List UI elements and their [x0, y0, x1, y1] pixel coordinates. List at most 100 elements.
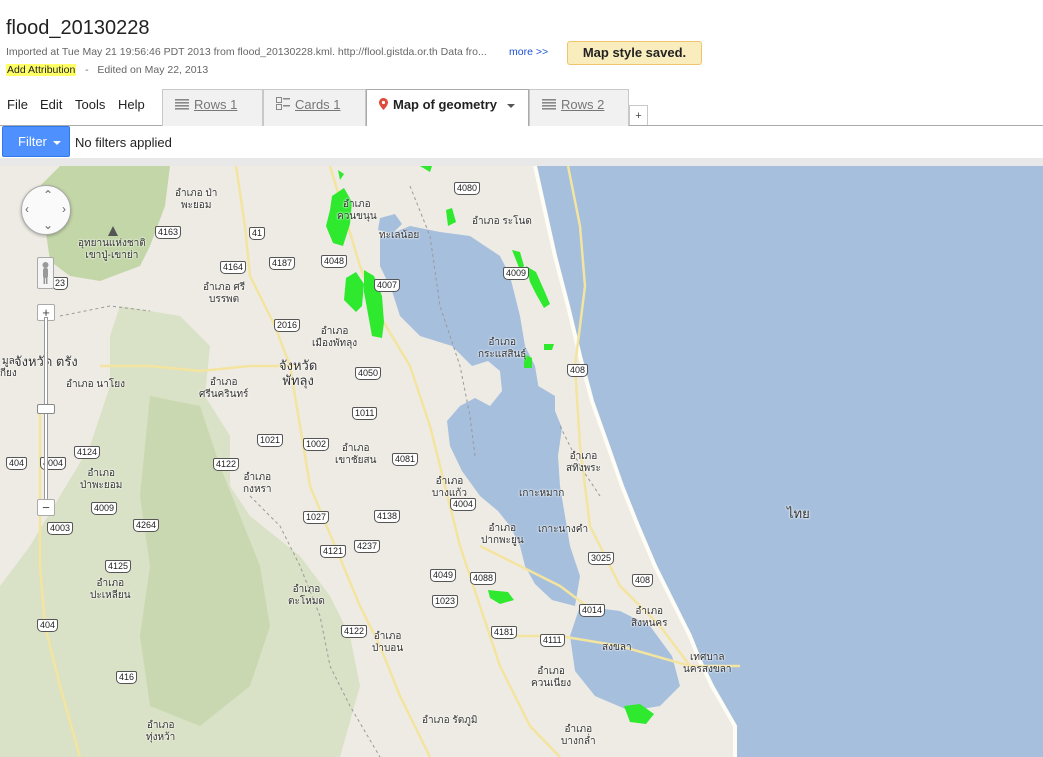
- menu-help[interactable]: Help: [118, 97, 145, 112]
- road-shield: 1021: [257, 434, 284, 447]
- rows-icon: [175, 91, 189, 121]
- flood-area: [420, 166, 432, 172]
- zoom-slider-handle[interactable]: [37, 404, 55, 414]
- place-label: อำเภอ ป่าบอน: [372, 631, 404, 654]
- flood-area: [544, 344, 554, 350]
- tab-label: Map of geometry: [393, 97, 498, 112]
- road-shield: 1011: [352, 407, 378, 420]
- place-label: อำเภอ ตะโหมด: [288, 584, 325, 607]
- table-title: flood_20130228: [6, 17, 150, 39]
- menu-file[interactable]: File: [7, 97, 28, 112]
- place-label: อำเภอ สิงหนคร: [631, 606, 668, 629]
- tab-rows-1[interactable]: Rows 1: [162, 89, 263, 126]
- flood-area: [526, 266, 550, 308]
- place-label: อำเภอ รัตภูมิ: [422, 715, 478, 726]
- add-tab-button[interactable]: +: [629, 105, 648, 125]
- road-shield: 4048: [321, 255, 348, 268]
- flood-area: [338, 170, 344, 180]
- place-label: มูล กียง: [0, 356, 17, 379]
- place-label: อำเภอ เมืองพัทลุง: [312, 326, 358, 349]
- road-shield: 4187: [269, 257, 296, 270]
- road-shield: 4009: [91, 502, 118, 515]
- road-shield: 4122: [341, 625, 368, 638]
- pan-left-icon[interactable]: ‹: [25, 202, 29, 216]
- road-shield: 23: [52, 277, 69, 290]
- place-label: อำเภอ ควนขนุน: [337, 199, 377, 222]
- pan-control[interactable]: ⌃ ‹ › ⌄: [21, 185, 71, 235]
- rows-icon: [542, 91, 556, 121]
- road-shield: 1023: [432, 595, 459, 608]
- road-shield: 4007: [374, 279, 401, 292]
- road-shield: 4009: [503, 267, 530, 280]
- place-label: อำเภอ นาโยง: [66, 379, 125, 390]
- cards-icon: [276, 91, 290, 121]
- place-label: อำเภอ ทุ่งหว้า: [146, 720, 176, 743]
- road-shield: 2016: [274, 319, 301, 332]
- filter-button[interactable]: Filter: [2, 126, 70, 157]
- place-label: สงขลา: [602, 642, 632, 653]
- road-shield: 4111: [540, 634, 565, 647]
- filter-label: Filter: [18, 134, 47, 149]
- flood-area: [446, 208, 456, 226]
- place-label: อุทยานแห่งชาติ เขาปู่-เขาย่า: [78, 238, 146, 261]
- road-shield: 4121: [320, 545, 347, 558]
- add-attribution-link[interactable]: Add Attribution: [6, 64, 77, 76]
- chevron-down-icon[interactable]: [506, 103, 515, 108]
- road-shield: 4237: [354, 540, 381, 553]
- road-shield: 4124: [74, 446, 101, 459]
- place-label: อำเภอ กระแสสินธุ์: [478, 337, 527, 360]
- road-shield: 4004: [450, 498, 477, 511]
- app-window: flood_20130228 Imported at Tue May 21 19…: [0, 0, 1043, 757]
- map-base: [0, 166, 1043, 757]
- place-label: เกาะหมาก: [519, 488, 565, 499]
- zoom-out-button[interactable]: −: [37, 499, 55, 516]
- map-top-border: [0, 158, 1043, 166]
- tab-rows-2[interactable]: Rows 2: [529, 89, 629, 126]
- road-shield: 4164: [220, 261, 247, 274]
- forest-area: [140, 396, 270, 726]
- place-label: อำเภอ บางแก้ว: [432, 476, 467, 499]
- pan-up-icon[interactable]: ⌃: [43, 188, 53, 202]
- tab-label: Rows 2: [561, 97, 605, 112]
- separator: -: [85, 64, 89, 76]
- place-label: อำเภอ ศรีนครินทร์: [199, 377, 249, 400]
- place-label: อำเภอ สทิงพระ: [566, 451, 601, 474]
- tab-label: Rows 1: [194, 97, 238, 112]
- place-label: อำเภอ ระโนด: [472, 216, 532, 227]
- street-view-pegman-icon[interactable]: [37, 257, 54, 289]
- road-shield: 4163: [155, 226, 182, 239]
- menu-edit[interactable]: Edit: [40, 97, 62, 112]
- road-shield: 4138: [374, 510, 401, 523]
- place-label: อำเภอ ป่า พะยอม: [175, 188, 218, 211]
- map-view[interactable]: อำเภอ ป่า พะยอมอุทยานแห่งชาติ เขาปู่-เขาย่…: [0, 166, 1043, 757]
- tab-cards-1[interactable]: Cards 1: [263, 89, 366, 126]
- pan-down-icon[interactable]: ⌄: [43, 218, 53, 232]
- tab-label: Cards 1: [295, 97, 341, 112]
- more-link[interactable]: more >>: [509, 46, 548, 58]
- attribution-row: Add Attribution - Edited on May 22, 2013: [6, 64, 208, 76]
- tab-map-of-geometry[interactable]: Map of geometry: [366, 89, 529, 126]
- filter-status: No filters applied: [75, 135, 172, 150]
- road-shield: 408: [567, 364, 589, 377]
- road-shield: 4003: [47, 522, 74, 535]
- road-shield: 4181: [491, 626, 518, 639]
- pan-right-icon[interactable]: ›: [62, 202, 66, 216]
- road-shield: 4125: [105, 560, 132, 573]
- place-label: อำเภอ เขาชัยสน: [335, 443, 377, 466]
- road-shield: 3025: [588, 552, 615, 565]
- road-shield: 4081: [392, 453, 419, 466]
- road-shield: 1002: [303, 438, 330, 451]
- place-label: เกาะนางคำ: [538, 524, 589, 535]
- map-pin-icon: [379, 91, 388, 121]
- place-label: จังหวัด พัทลุง: [279, 358, 318, 388]
- road-shield: 41: [249, 227, 266, 240]
- filter-bar: Filter No filters applied: [0, 126, 1043, 158]
- place-label: อำเภอ ควนเนียง: [531, 666, 572, 689]
- place-label: อำเภอ ศรี บรรพต: [203, 282, 246, 305]
- place-label: ไทย: [787, 506, 810, 521]
- menu-tools[interactable]: Tools: [75, 97, 105, 112]
- place-label: อำเภอ ปะเหลียน: [90, 578, 131, 601]
- road-shield: 404: [6, 457, 28, 470]
- flood-area: [488, 590, 514, 604]
- road-shield: 4264: [133, 519, 160, 532]
